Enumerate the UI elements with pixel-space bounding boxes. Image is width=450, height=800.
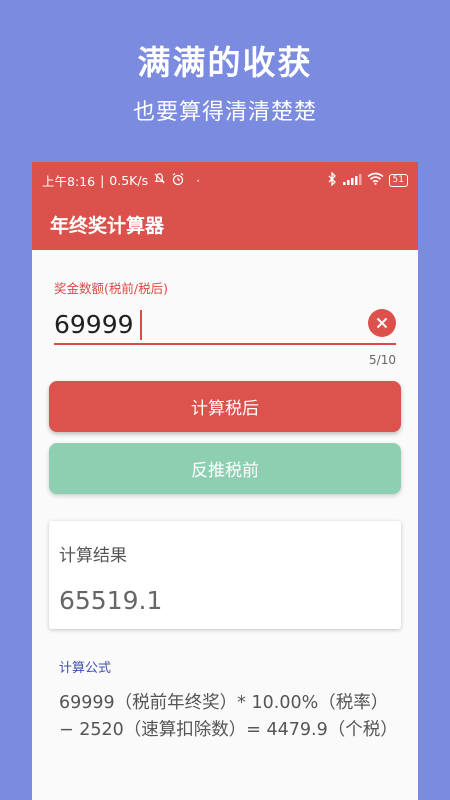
- calc-after-tax-button[interactable]: 计算税后: [49, 381, 401, 432]
- calc-before-tax-button[interactable]: 反推税前: [49, 443, 401, 494]
- dot-icon: ·: [196, 172, 201, 188]
- formula-section: 计算公式 69999（税前年终奖）* 10.00%（税率）− 2520（速算扣除…: [32, 657, 418, 744]
- result-card: 计算结果 65519.1: [49, 521, 401, 629]
- amount-input[interactable]: [54, 309, 354, 339]
- status-time: 上午8:16: [42, 173, 96, 189]
- promo-title: 满满的收获: [137, 43, 313, 82]
- formula-text: 69999（税前年终奖）* 10.00%（税率）− 2520（速算扣除数）= 4…: [59, 693, 398, 740]
- battery-level: 51: [392, 174, 404, 185]
- result-value: 65519.1: [59, 586, 163, 615]
- status-right: 51: [327, 170, 408, 189]
- text-caret: [140, 310, 142, 340]
- amount-input-row: [54, 305, 396, 345]
- phone-screen: 上午8:16 | 0.5K/s · 51 年终奖计算器 奖金数额(税前/税后) …: [32, 162, 418, 800]
- status-left: 上午8:16 | 0.5K/s ·: [42, 171, 200, 190]
- wifi-icon: [367, 172, 384, 188]
- battery-icon: 51: [388, 173, 408, 187]
- status-bar: 上午8:16 | 0.5K/s · 51: [32, 162, 418, 198]
- bell-off-icon: [153, 172, 166, 188]
- clear-icon[interactable]: [368, 309, 396, 337]
- status-divider: |: [100, 172, 105, 188]
- amount-form: 奖金数额(税前/税后) 5/10: [32, 278, 418, 367]
- signal-icon: [342, 173, 362, 188]
- app-title: 年终奖计算器: [50, 214, 165, 237]
- amount-label: 奖金数额(税前/税后): [54, 281, 168, 296]
- network-speed: 0.5K/s: [109, 172, 149, 188]
- app-bar: 年终奖计算器: [32, 198, 418, 250]
- result-label: 计算结果: [59, 546, 127, 566]
- alarm-icon: [171, 172, 185, 189]
- bluetooth-icon: [327, 170, 337, 189]
- promo-subtitle: 也要算得清清楚楚: [132, 100, 317, 125]
- formula-title: 计算公式: [59, 661, 112, 676]
- char-counter: 5/10: [369, 353, 396, 367]
